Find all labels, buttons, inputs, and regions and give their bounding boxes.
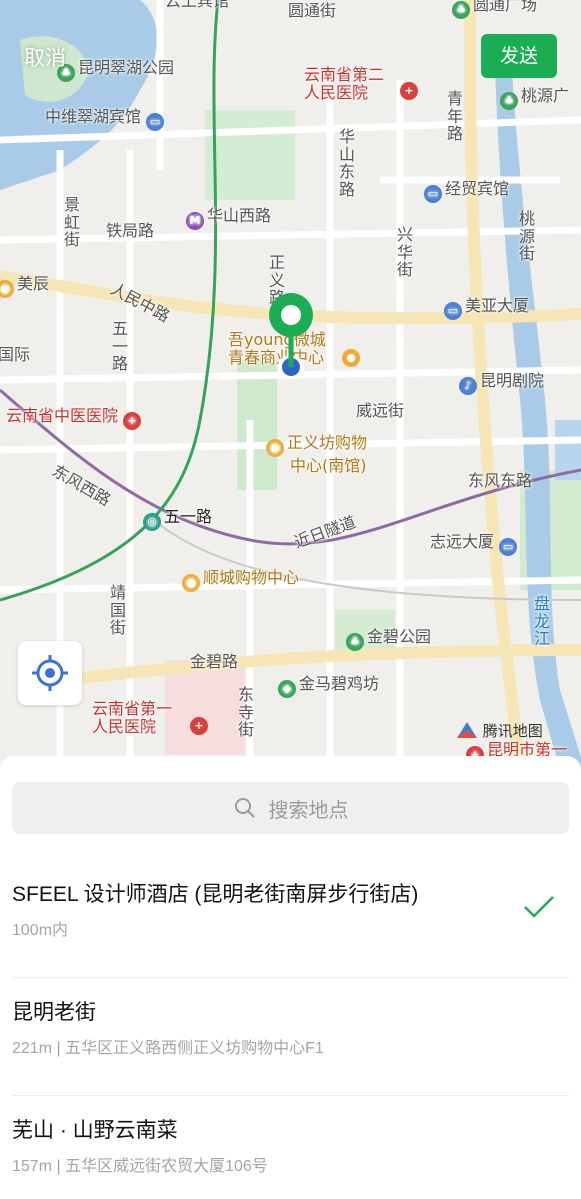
place-list-item[interactable]: 昆明老街 221m | 五华区正义路西侧正义坊购物中心F1 — [0, 978, 581, 1096]
theater-icon: ♪ — [459, 377, 477, 395]
map-label-cuihu-park: ♣ 昆明翠湖公园 — [57, 58, 174, 82]
map-label-zhiyuan-tower: 志远大厦 ▭ — [430, 532, 520, 556]
map-label-hospital1: 云南省第一 人民医院 — [92, 699, 173, 737]
map-label-huashan-east: 华山东路 — [338, 127, 355, 199]
place-list-item[interactable]: SFEEL 设计师酒店 (昆明老街南屏步行街店) 100m内 — [0, 860, 581, 978]
map-label-wuyi-rd-vertical: 五一路 — [111, 319, 128, 374]
park-icon: ♣ — [452, 1, 470, 19]
map-label-yuantong-st: 圆通街 — [288, 1, 337, 20]
map-label-taoyuan-st: 桃源街 — [518, 209, 535, 264]
map-label-guoji: 国际 — [0, 345, 31, 364]
place-picker-sheet: 搜索地点 SFEEL 设计师酒店 (昆明老街南屏步行街店) 100m内 昆明老街… — [0, 756, 581, 1199]
shopping-icon: ● — [266, 439, 284, 457]
search-placeholder: 搜索地点 — [268, 797, 349, 822]
hospital-icon: + — [123, 412, 142, 430]
place-name: 昆明老街 — [12, 1001, 96, 1024]
building-icon: ▭ — [499, 538, 518, 556]
map-label-yunshang: 云上宾馆 — [165, 0, 230, 10]
place-name: SFEEL 设计师酒店 (昆明老街南屏步行街店) — [12, 883, 419, 906]
location-pin-icon — [269, 293, 313, 379]
map-label-meiya-tower: ▭ 美亚大厦 — [444, 296, 529, 320]
map-label-weiyuan-st: 威远街 — [356, 401, 405, 420]
hotel-icon: ▭ — [146, 113, 165, 131]
hospital-icon: + — [190, 711, 211, 735]
map-label-zhengyifang: ● 正义坊购物 中心(南馆) — [266, 433, 367, 475]
map-label-jingmao-hotel: ▭ 经贸宾馆 — [424, 179, 509, 203]
locate-crosshair-icon — [32, 655, 68, 691]
map-label-taoyuan-plaza: ♣ 桃源广 — [500, 86, 569, 110]
shopping-icon: ● — [0, 280, 14, 298]
map-label-zhongwei-hotel: 中维翠湖宾馆 ▭ — [45, 107, 167, 131]
locate-me-button[interactable] — [18, 641, 82, 705]
map-label-tcm-hospital: 云南省中医医院 + — [6, 406, 144, 430]
send-button[interactable]: 发送 — [481, 34, 557, 78]
place-address: 221m | 五华区正义路西侧正义坊购物中心F1 — [12, 1040, 324, 1057]
map-label-qingnian-rd: 青年路 — [446, 89, 463, 144]
place-list-item[interactable]: 芜山 · 山野云南菜 157m | 五华区威远街农贸大厦106号 — [0, 1096, 581, 1199]
shopping-icon: ● — [182, 574, 200, 592]
map-label-dongsi-st: 东寺街 — [237, 685, 254, 740]
map-label-jinbi-park: ♣ 金碧公园 — [346, 627, 431, 651]
map-label-jinbi-rd: 金碧路 — [190, 652, 239, 671]
map-label-meichen: ● 美辰 — [0, 274, 49, 298]
map-label-jinma-biji: ◆ 金马碧鸡坊 — [278, 674, 379, 698]
search-icon — [234, 798, 255, 818]
hospital-icon: + — [400, 76, 421, 100]
map-label-panlong-river: 盘龙江 — [533, 594, 550, 649]
location-pin[interactable] — [266, 292, 316, 382]
map-label-jingguo-st: 靖国街 — [109, 583, 126, 638]
tencent-map-logo-icon — [457, 722, 477, 738]
map-label-shuncheng: ● 顺城购物中心 — [182, 568, 299, 592]
map-label-yuantong-plaza: ♣ 圆通广场 — [452, 0, 537, 19]
landmark-icon: ◆ — [278, 680, 296, 698]
search-input[interactable]: 搜索地点 — [12, 782, 569, 834]
place-name: 芜山 · 山野云南菜 — [12, 1119, 178, 1142]
shopping-icon: ● — [342, 343, 363, 367]
park-icon: ♣ — [500, 92, 518, 110]
metro-station-icon: ◎ — [143, 513, 161, 531]
metro-icon: M — [186, 212, 204, 230]
checkmark-icon — [524, 896, 554, 918]
map-label-hospital2: 云南省第二 人民医院 — [304, 65, 385, 103]
map-label-xinghua-st: 兴华街 — [396, 225, 413, 280]
place-address: 157m | 五华区威远街农贸大厦106号 — [12, 1158, 268, 1175]
building-icon: ▭ — [444, 302, 462, 320]
cancel-button[interactable]: 取消 — [24, 42, 66, 72]
tencent-map-watermark: 腾讯地图 — [456, 720, 543, 741]
map-label-wuyi-rd-station: ◎ 五一路 — [143, 507, 212, 531]
map-label-huashan-west: M 华山西路 — [186, 206, 271, 230]
map-view[interactable]: 云上宾馆 圆通街 ♣ 圆通广场 ♣ 昆明翠湖公园 云南省第二 人民医院 + 青年路 ♣… — [0, 0, 581, 770]
hotel-icon: ▭ — [424, 185, 442, 203]
place-distance: 100m内 — [12, 922, 69, 939]
map-label-jinghong-st: 景虹街 — [63, 195, 80, 250]
map-label-tieju-rd: 铁局路 — [106, 221, 155, 240]
park-icon: ♣ — [346, 633, 364, 651]
map-label-kunming-theater: ♪ 昆明剧院 — [459, 371, 544, 395]
map-label-dongfeng-east: 东风东路 — [468, 471, 533, 490]
